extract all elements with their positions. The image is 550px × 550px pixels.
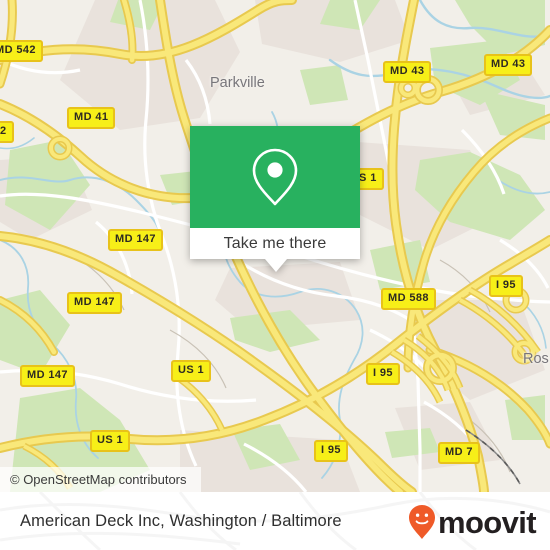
- popup-pointer: [265, 259, 287, 272]
- popup-header: [190, 126, 360, 228]
- take-me-there-label: Take me there: [223, 234, 327, 252]
- road-shield: I 95: [366, 363, 400, 385]
- place-label: Parkville: [210, 75, 265, 91]
- place-label: Ros: [523, 351, 549, 367]
- road-shield: I 95: [314, 440, 348, 462]
- map-canvas[interactable]: Parkville Ros MD 542 2 MD 41 MD 43 MD 43…: [0, 0, 550, 492]
- attribution-text: © OpenStreetMap contributors: [10, 472, 187, 487]
- attribution-bar: © OpenStreetMap contributors: [0, 467, 201, 492]
- location-popup[interactable]: Take me there: [190, 126, 360, 272]
- road-shield: MD 43: [484, 54, 533, 76]
- place-title: American Deck Inc, Washington / Baltimor…: [20, 511, 342, 530]
- road-shield: MD 147: [20, 365, 75, 387]
- road-shield: MD 542: [0, 40, 43, 62]
- road-shield: I 95: [489, 275, 523, 297]
- road-shield: MD 43: [383, 61, 432, 83]
- road-shield: MD 147: [108, 229, 163, 251]
- road-shield: MD 41: [67, 107, 116, 129]
- road-shield: US 1: [90, 430, 131, 452]
- road-shield: MD 7: [438, 442, 480, 464]
- moovit-logo[interactable]: moovit: [407, 504, 537, 540]
- moovit-smiling-pin-icon: [408, 505, 435, 539]
- popup-action[interactable]: Take me there: [190, 228, 360, 259]
- moovit-wordmark: moovit: [437, 504, 537, 540]
- road-shield: 2: [0, 121, 14, 143]
- road-shield: MD 147: [67, 292, 122, 314]
- road-shield: US 1: [171, 360, 212, 382]
- map-screen: Parkville Ros MD 542 2 MD 41 MD 43 MD 43…: [0, 0, 550, 550]
- road-shield: MD 588: [381, 288, 436, 310]
- map-pin-icon: [252, 148, 298, 206]
